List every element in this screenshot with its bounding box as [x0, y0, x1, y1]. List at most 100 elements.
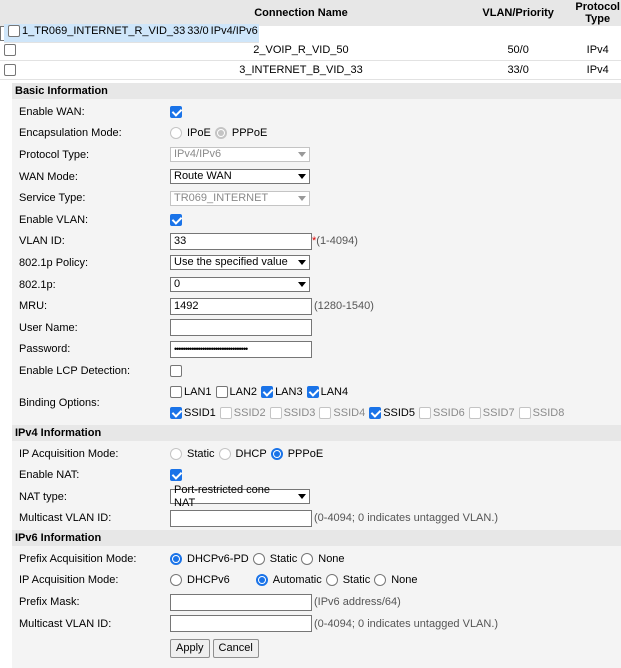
lan-4-label: LAN4: [320, 386, 349, 399]
lan-option: LAN3: [261, 386, 303, 399]
wan-mode-row: WAN Mode: Route WAN: [12, 166, 621, 188]
ipv4-mcast-label: Multicast VLAN ID:: [19, 512, 112, 525]
row-checkbox[interactable]: [4, 44, 16, 57]
password-row: Password: ••••••••••••••••••••••••••••••…: [12, 339, 621, 361]
prefix-mask-row: Prefix Mask: (IPv6 address/64): [12, 591, 621, 613]
ipv6-none-radio[interactable]: [374, 574, 387, 587]
prefix-none-radio[interactable]: [301, 552, 314, 565]
ssid-8-checkbox[interactable]: [518, 407, 531, 420]
vlan-id-input[interactable]: 33: [170, 232, 312, 250]
nat-label: Enable NAT:: [19, 469, 80, 482]
wan-mode-value: Route WAN: [174, 170, 232, 183]
connection-table: Connection Name VLAN/Priority Protocol T…: [0, 0, 621, 80]
lan-option: LAN2: [215, 386, 257, 399]
prefix-mask-input[interactable]: [170, 593, 312, 611]
ssid-3-label: SSID3: [283, 407, 316, 420]
chevron-down-icon: [298, 282, 306, 288]
table-row[interactable]: 3_INTERNET_B_VID_33 33/0 IPv4: [0, 60, 621, 80]
service-type-value: TR069_INTERNET: [174, 191, 269, 204]
row-select[interactable]: [0, 41, 140, 61]
wan-mode-select[interactable]: Route WAN: [170, 169, 310, 185]
binding-label: Binding Options:: [19, 396, 100, 409]
ssid-option: SSID2: [219, 407, 266, 420]
protocol-type-label: Protocol Type:: [19, 148, 90, 161]
ipv6-mcast-hint: (0-4094; 0 indicates untagged VLAN.): [314, 617, 499, 630]
row-select[interactable]: [0, 60, 140, 80]
encap-ipoe-radio[interactable]: [170, 127, 182, 140]
lan-4-checkbox[interactable]: [306, 386, 319, 399]
prefix-dhcpv6pd-radio[interactable]: [170, 552, 182, 565]
encap-pppoe-radio[interactable]: [214, 127, 227, 140]
username-input[interactable]: [170, 319, 312, 337]
ipv4-pppoe-radio[interactable]: [270, 447, 283, 460]
nat-row: Enable NAT:: [12, 464, 621, 486]
prefix-dhcpv6pd-label: DHCPv6-PD: [187, 552, 249, 565]
prefix-static-label: Static: [269, 552, 298, 565]
row-connection-name: 2_VOIP_R_VID_50: [140, 41, 462, 61]
ipv4-dhcp-radio[interactable]: [218, 447, 231, 460]
row-select[interactable]: [4, 24, 21, 43]
row-checkbox[interactable]: [4, 63, 16, 76]
table-row[interactable]: 2_VOIP_R_VID_50 50/0 IPv4: [0, 41, 621, 61]
password-input[interactable]: ••••••••••••••••••••••••••••••••••: [170, 340, 312, 358]
enable-wan-checkbox[interactable]: [170, 105, 182, 118]
binding-row: Binding Options: LAN1 LAN2 LAN3 LAN4 SSID1 S…: [12, 382, 621, 424]
vlan-id-hint: (1-4094): [316, 235, 358, 248]
header-connection-name: Connection Name: [140, 0, 462, 26]
enable-vlan-checkbox[interactable]: [170, 213, 182, 226]
lan-options: LAN1 LAN2 LAN3 LAN4: [170, 382, 352, 403]
cancel-button[interactable]: Cancel: [212, 638, 259, 658]
encap-mode-row: Encapsulation Mode: IPoE PPPoE: [12, 123, 621, 145]
ipv6-automatic-radio[interactable]: [255, 574, 268, 587]
row-protocol: IPv4: [574, 41, 621, 61]
service-type-select[interactable]: TR069_INTERNET: [170, 190, 310, 206]
priority-value: 0: [174, 278, 181, 291]
ssid-6-checkbox[interactable]: [418, 407, 431, 420]
header-vlan-priority: VLAN/Priority: [461, 0, 575, 26]
nat-type-select[interactable]: Port-restricted cone NAT: [170, 484, 310, 509]
nat-checkbox[interactable]: [170, 469, 182, 482]
wan-mode-label: WAN Mode:: [19, 170, 78, 183]
ssid-option: SSID1: [170, 407, 216, 420]
ssid-option: SSID6: [418, 407, 465, 420]
ipv6-automatic-label: Automatic: [272, 574, 322, 587]
apply-button[interactable]: Apply: [170, 638, 210, 658]
lcp-checkbox[interactable]: [170, 364, 182, 377]
protocol-type-value: IPv4/IPv6: [174, 148, 222, 161]
service-type-row: Service Type: TR069_INTERNET: [12, 187, 621, 209]
ipv6-static-label: Static: [342, 574, 371, 587]
encap-ipoe-label: IPoE: [187, 127, 211, 140]
mru-input[interactable]: 1492: [170, 297, 312, 315]
policy-select[interactable]: Use the specified value: [170, 255, 310, 271]
row-connection-name: 3_INTERNET_B_VID_33: [140, 60, 462, 80]
ssid-4-checkbox[interactable]: [319, 407, 332, 420]
policy-value: Use the specified value: [174, 256, 288, 269]
row-protocol: IPv4: [574, 60, 621, 80]
priority-row: 802.1p: 0: [12, 274, 621, 296]
ssid-3-checkbox[interactable]: [269, 407, 282, 420]
ipv4-static-radio[interactable]: [170, 447, 182, 460]
ssid-8-label: SSID8: [532, 407, 565, 420]
prefix-acq-row: Prefix Acquisition Mode: DHCPv6-PD Stati…: [12, 548, 621, 570]
enable-vlan-row: Enable VLAN:: [12, 209, 621, 231]
lan-2-checkbox[interactable]: [215, 386, 228, 399]
ssid-2-checkbox[interactable]: [219, 407, 232, 420]
table-row[interactable]: 1_TR069_INTERNET_R_VID_33 33/0 IPv4/IPv6: [0, 24, 259, 43]
lan-1-checkbox[interactable]: [170, 386, 182, 399]
ipv6-mcast-input[interactable]: [170, 615, 312, 633]
ipv6-static-radio[interactable]: [325, 574, 338, 587]
prefix-static-radio[interactable]: [252, 552, 265, 565]
ssid-1-checkbox[interactable]: [170, 407, 182, 420]
lan-3-checkbox[interactable]: [261, 386, 274, 399]
ssid-7-checkbox[interactable]: [468, 407, 481, 420]
protocol-type-select[interactable]: IPv4/IPv6: [170, 147, 310, 163]
row-checkbox[interactable]: [8, 25, 20, 38]
ssid-5-checkbox[interactable]: [369, 407, 382, 420]
priority-select[interactable]: 0: [170, 277, 310, 293]
ipv4-acq-row: IP Acquisition Mode: Static DHCP PPPoE: [12, 443, 621, 465]
header-protocol-type: Protocol Type: [574, 0, 621, 26]
ipv6-dhcpv6-radio[interactable]: [170, 574, 182, 587]
protocol-type-row: Protocol Type: IPv4/IPv6: [12, 144, 621, 166]
ipv4-mcast-input[interactable]: [170, 509, 312, 527]
ssid-option: SSID4: [319, 407, 365, 420]
